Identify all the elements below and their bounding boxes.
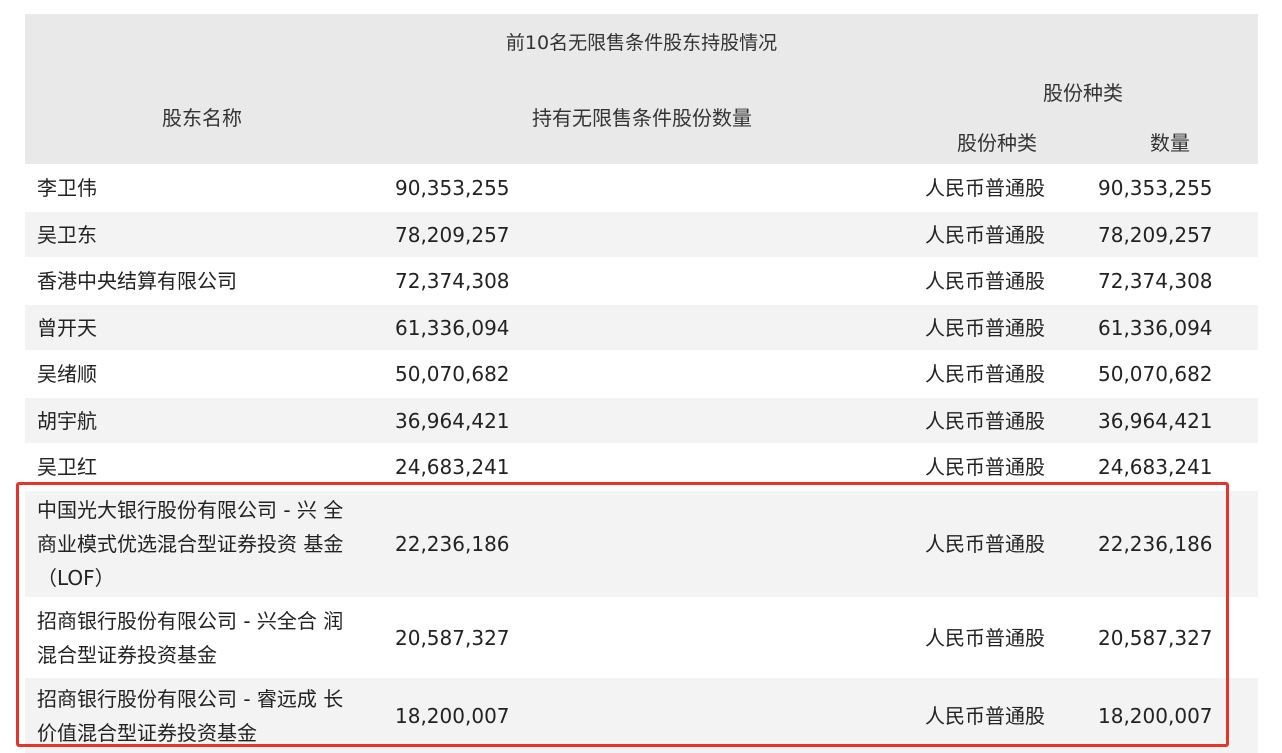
- header-share-type-group: 股份种类: [1043, 81, 1123, 105]
- share-count: 50,070,682: [1098, 362, 1213, 386]
- share-count: 22,236,186: [1098, 532, 1213, 556]
- shareholder-name-line: 吴卫红: [37, 455, 97, 479]
- share-type: 人民币普通股: [925, 362, 1045, 386]
- share-count: 90,353,255: [1098, 176, 1213, 200]
- share-count: 24,683,241: [1098, 455, 1213, 479]
- shareholder-name-line: 中国光大银行股份有限公司 - 兴 全: [37, 498, 344, 522]
- table-row: 吴卫红 24,683,241 人民币普通股 24,683,241: [25, 443, 1258, 490]
- share-type: 人民币普通股: [925, 176, 1045, 200]
- shareholder-name-line: 商业模式优选混合型证券投资 基金: [37, 532, 344, 556]
- share-type: 人民币普通股: [925, 223, 1045, 247]
- shareholder-name-line: 曾开天: [37, 316, 97, 340]
- share-type: 人民币普通股: [925, 316, 1045, 340]
- shareholder-name: 招商银行股份有限公司 - 睿远成 长价值混合型证券投资基金: [37, 682, 343, 750]
- shareholder-name: 吴卫东: [37, 218, 97, 252]
- shareholder-name-line: 价值混合型证券投资基金: [37, 721, 257, 745]
- table-header: 前10名无限售条件股东持股情况 股东名称 持有无限售条件股份数量 股份种类 股份…: [25, 14, 1258, 164]
- table-row: 吴卫东 78,209,257 人民币普通股 78,209,257: [25, 211, 1258, 257]
- share-type: 人民币普通股: [925, 455, 1045, 479]
- header-shareholder-name: 股东名称: [162, 106, 242, 130]
- shareholder-name-line: 胡宇航: [37, 409, 97, 433]
- unrestricted-qty: 36,964,421: [395, 409, 510, 433]
- unrestricted-qty: 22,236,186: [395, 532, 510, 556]
- share-type: 人民币普通股: [925, 704, 1045, 728]
- shareholder-name-line: 吴绪顺: [37, 362, 97, 386]
- table-row: 中国光大银行股份有限公司 - 兴 全商业模式优选混合型证券投资 基金 （LOF） 2…: [25, 490, 1258, 597]
- shareholder-name: 吴绪顺: [37, 357, 97, 391]
- header-count: 数量: [1150, 131, 1190, 155]
- table-body: 李卫伟 90,353,255 人民币普通股 90,353,255 吴卫东 78,209,2…: [25, 164, 1258, 753]
- unrestricted-qty: 61,336,094: [395, 316, 510, 340]
- unrestricted-qty: 18,200,007: [395, 704, 510, 728]
- shareholder-name-line: 吴卫东: [37, 223, 97, 247]
- share-count: 18,200,007: [1098, 704, 1213, 728]
- table-row: 招商银行股份有限公司 - 睿远成 长价值混合型证券投资基金 18,200,007 人…: [25, 677, 1258, 753]
- table-caption: 前10名无限售条件股东持股情况: [505, 32, 778, 54]
- share-type: 人民币普通股: [925, 409, 1045, 433]
- shareholder-name: 李卫伟: [37, 171, 97, 205]
- shareholder-name-line: 李卫伟: [37, 176, 97, 200]
- shareholder-name-line: 香港中央结算有限公司: [37, 269, 237, 293]
- table-row: 曾开天 61,336,094 人民币普通股 61,336,094: [25, 304, 1258, 350]
- top10-shareholders-table: 前10名无限售条件股东持股情况 股东名称 持有无限售条件股份数量 股份种类 股份…: [25, 14, 1258, 753]
- shareholder-name: 曾开天: [37, 311, 97, 345]
- unrestricted-qty: 90,353,255: [395, 176, 510, 200]
- header-unrestricted-qty: 持有无限售条件股份数量: [532, 106, 752, 130]
- shareholder-name: 胡宇航: [37, 404, 97, 438]
- share-type: 人民币普通股: [925, 532, 1045, 556]
- share-count: 36,964,421: [1098, 409, 1213, 433]
- unrestricted-qty: 20,587,327: [395, 626, 510, 650]
- shareholder-name-line: 混合型证券投资基金: [37, 643, 217, 667]
- table-row: 李卫伟 90,353,255 人民币普通股 90,353,255: [25, 164, 1258, 211]
- shareholder-name: 香港中央结算有限公司: [37, 264, 237, 298]
- share-count: 61,336,094: [1098, 316, 1213, 340]
- share-count: 78,209,257: [1098, 223, 1213, 247]
- share-count: 20,587,327: [1098, 626, 1213, 650]
- share-count: 72,374,308: [1098, 269, 1213, 293]
- unrestricted-qty: 78,209,257: [395, 223, 510, 247]
- share-type: 人民币普通股: [925, 626, 1045, 650]
- unrestricted-qty: 50,070,682: [395, 362, 510, 386]
- shareholder-name-line: 招商银行股份有限公司 - 睿远成 长: [37, 687, 344, 711]
- table-row: 香港中央结算有限公司 72,374,308 人民币普通股 72,374,308: [25, 257, 1258, 304]
- shareholder-name: 招商银行股份有限公司 - 兴全合 润混合型证券投资基金: [37, 604, 343, 672]
- share-type: 人民币普通股: [925, 269, 1045, 293]
- table-row: 胡宇航 36,964,421 人民币普通股 36,964,421: [25, 397, 1258, 443]
- unrestricted-qty: 24,683,241: [395, 455, 510, 479]
- unrestricted-qty: 72,374,308: [395, 269, 510, 293]
- table-row: 吴绪顺 50,070,682 人民币普通股 50,070,682: [25, 350, 1258, 397]
- header-share-type: 股份种类: [957, 131, 1037, 155]
- shareholder-name-line: 招商银行股份有限公司 - 兴全合 润: [37, 609, 344, 633]
- shareholder-name: 中国光大银行股份有限公司 - 兴 全商业模式优选混合型证券投资 基金 （LOF）: [37, 493, 343, 595]
- table-row: 招商银行股份有限公司 - 兴全合 润混合型证券投资基金 20,587,327 人民币…: [25, 597, 1258, 677]
- shareholder-name-line: （LOF）: [37, 566, 115, 590]
- shareholder-name: 吴卫红: [37, 450, 97, 484]
